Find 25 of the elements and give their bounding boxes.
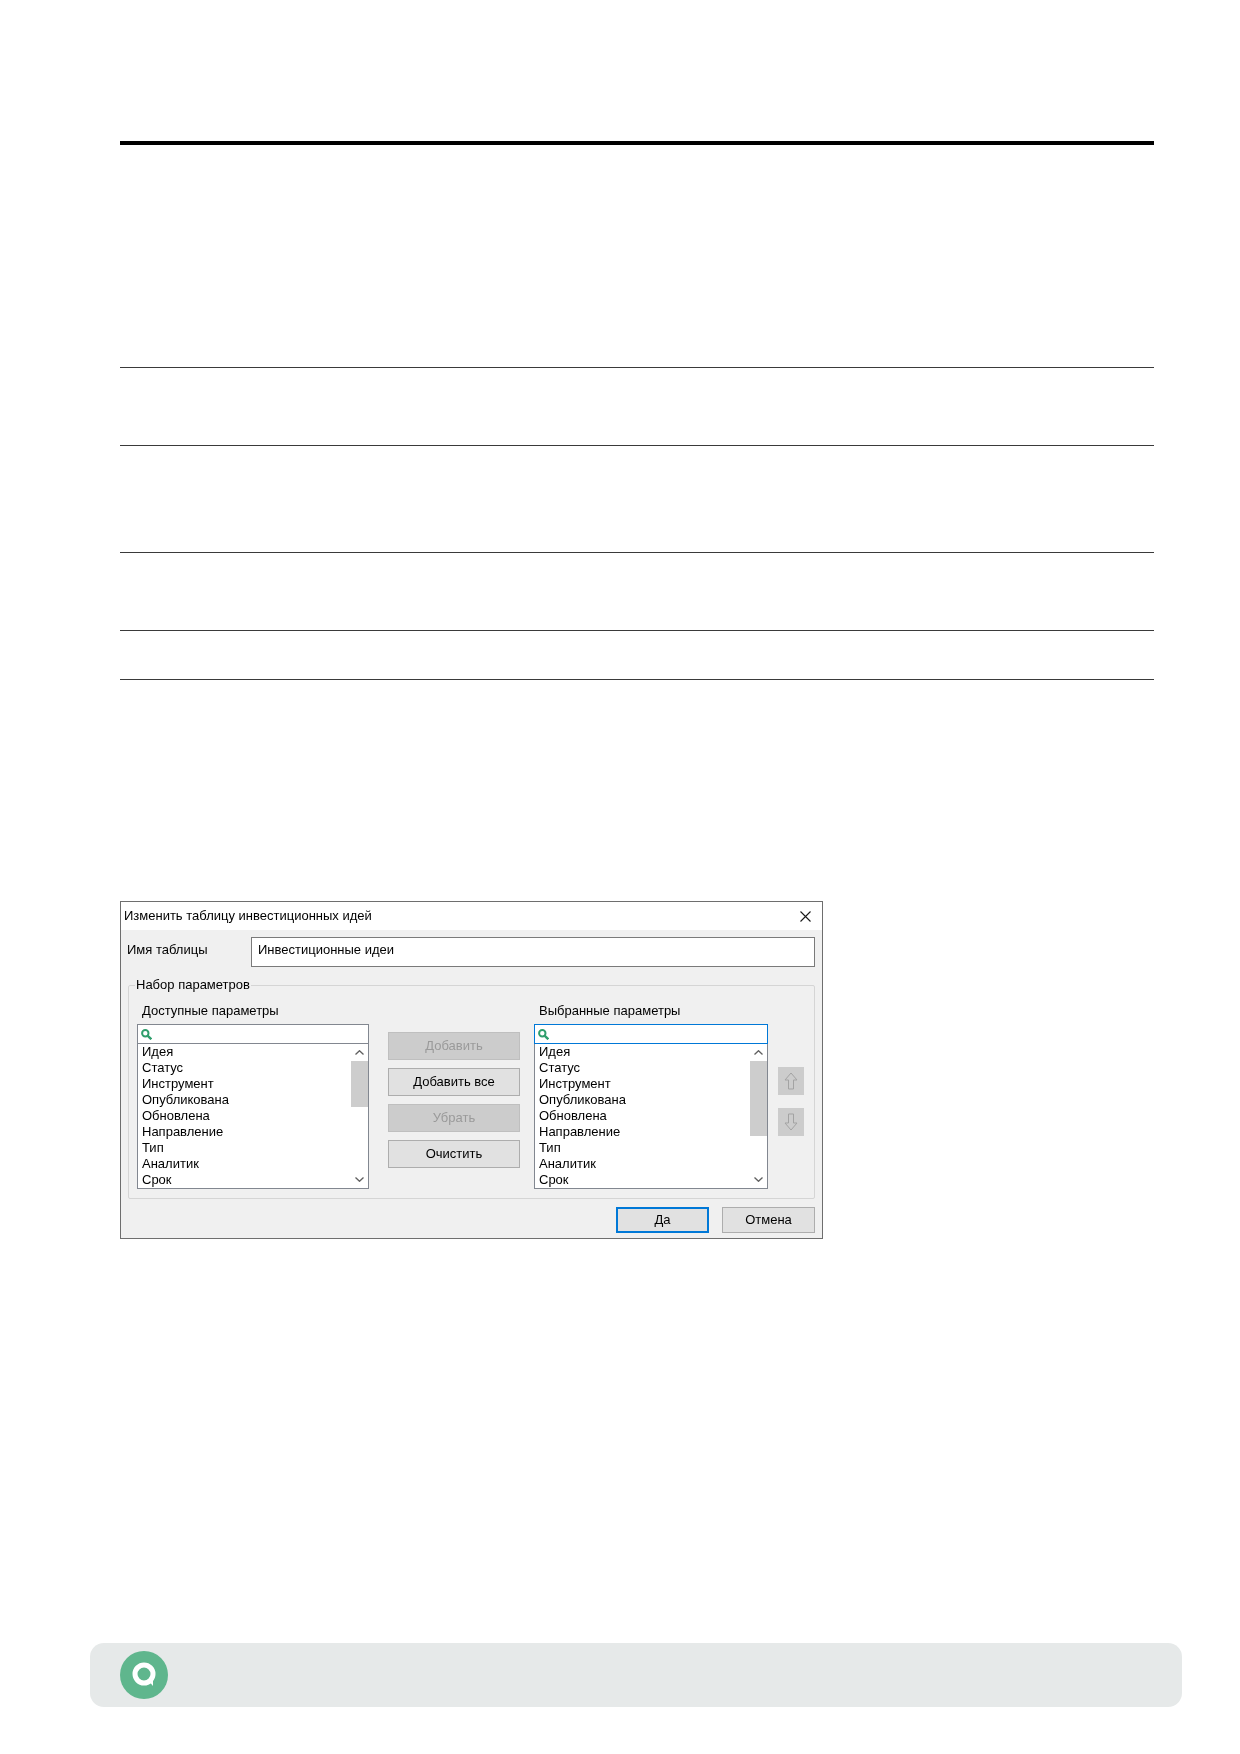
- search-icon: [538, 1028, 549, 1040]
- action-button[interactable]: Добавить все: [388, 1068, 520, 1096]
- close-icon[interactable]: [800, 910, 811, 922]
- search-field[interactable]: [534, 1024, 768, 1044]
- arrow-up-icon: [784, 1072, 798, 1090]
- chevron-up-icon[interactable]: [754, 1050, 763, 1055]
- arrow-down-icon: [784, 1113, 798, 1131]
- list-label: Выбранные параметры: [538, 1003, 682, 1019]
- chevron-up-icon[interactable]: [355, 1050, 364, 1055]
- scrollbar-thumb[interactable]: [750, 1061, 767, 1136]
- scrollbar-thumb[interactable]: [351, 1061, 368, 1107]
- list-label: Доступные параметры: [141, 1003, 280, 1019]
- field-label: Имя таблицы: [127, 941, 209, 958]
- search-icon: [141, 1028, 152, 1040]
- dialog-button[interactable]: Отмена: [722, 1207, 815, 1233]
- group-title: Набор параметров: [135, 977, 251, 993]
- window-title: Изменить таблицу инвестиционных идей: [124, 907, 372, 926]
- chevron-down-icon[interactable]: [355, 1177, 364, 1182]
- text-field[interactable]: Инвестиционные идеи: [251, 937, 815, 967]
- action-button[interactable]: Очистить: [388, 1140, 520, 1168]
- dialog-button[interactable]: Да: [616, 1207, 709, 1233]
- parameter-list[interactable]: Идея Статус Инструмент Опубликована Обновлена Направление Тип Аналитик Срок: [137, 1024, 369, 1189]
- chevron-down-icon[interactable]: [754, 1177, 763, 1182]
- speech-bubble-icon: [120, 1651, 168, 1699]
- parameter-list[interactable]: Идея Статус Инструмент Опубликована Обновлена Направление Тип Аналитик Срок: [534, 1024, 768, 1189]
